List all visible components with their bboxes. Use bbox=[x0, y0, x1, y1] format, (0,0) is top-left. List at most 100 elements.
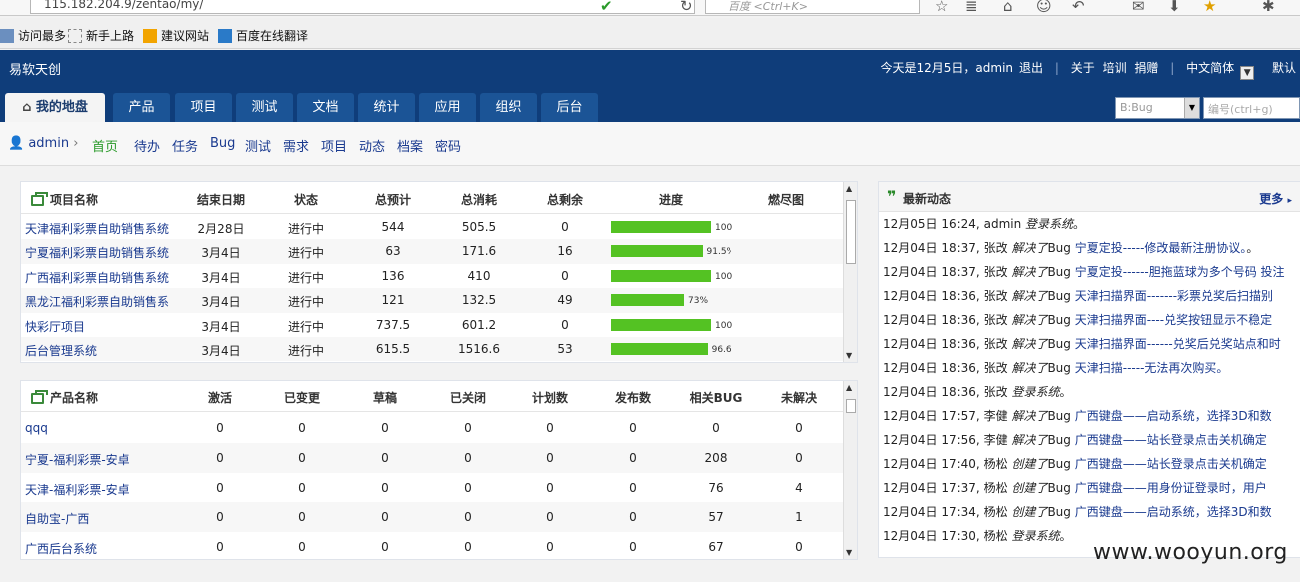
dynamic-object-link[interactable]: 广西键盘——启动系统，选择3D和数 bbox=[1075, 409, 1272, 423]
subnav-story[interactable]: 需求 bbox=[283, 136, 309, 155]
dynamic-object-link[interactable]: 宁夏定投-----修改最新注册协议。 bbox=[1075, 241, 1247, 255]
bookmark-getting-started[interactable]: 新手上路 bbox=[68, 27, 134, 44]
product-stat-cell: 0 bbox=[546, 421, 554, 435]
search-id-input[interactable]: 编号(ctrl+g) bbox=[1203, 97, 1300, 119]
subnav-bug[interactable]: Bug bbox=[210, 136, 235, 151]
product-name-link[interactable]: 广西后台系统 bbox=[25, 540, 175, 557]
product-icon bbox=[31, 390, 48, 404]
tab-company[interactable]: 组织 bbox=[480, 93, 537, 122]
search-type-select[interactable]: B:Bug ▼ bbox=[1115, 97, 1200, 119]
subnav-dynamic[interactable]: 动态 bbox=[359, 136, 385, 155]
project-left: 16 bbox=[557, 244, 573, 259]
project-left: 0 bbox=[561, 317, 569, 332]
project-name-link[interactable]: 天津福利彩票自助销售系统 bbox=[25, 220, 180, 237]
chevron-down-icon[interactable]: ▼ bbox=[1240, 66, 1255, 80]
dynamic-object-link[interactable]: 天津扫描-----无法再次购买。 bbox=[1075, 361, 1229, 375]
project-status: 进行中 bbox=[287, 270, 324, 285]
dynamic-time: 12月04日 17:34, bbox=[883, 505, 980, 519]
dynamic-user: 杨松 bbox=[983, 529, 1008, 543]
product-name-link[interactable]: qqq bbox=[25, 421, 175, 435]
project-name-link[interactable]: 广西福利彩票自助销售系统 bbox=[25, 269, 180, 286]
dynamic-action: 解决了 bbox=[1011, 337, 1048, 351]
dynamic-object-link[interactable]: 广西键盘——站长登录点击关机确定 bbox=[1075, 433, 1267, 447]
project-name-link[interactable]: 后台管理系统 bbox=[25, 342, 180, 359]
menu-icon[interactable]: ✱ bbox=[1262, 0, 1275, 15]
dynamic-object-link[interactable]: 宁夏定投------胆拖蓝球为多个号码 投注 bbox=[1075, 265, 1285, 279]
progress-label: 100 bbox=[715, 320, 733, 331]
header-changed: 已变更 bbox=[283, 391, 320, 405]
project-estimate: 544 bbox=[381, 220, 405, 234]
project-name-link[interactable]: 黑龙江福利彩票自助销售系 bbox=[25, 293, 180, 310]
dynamic-type: Bug bbox=[1047, 289, 1071, 303]
more-link[interactable]: 更多 ▸ bbox=[1259, 190, 1292, 207]
product-panel: 产品名称 激活 已变更 草稿 已关闭 计划数 发布数 相关BUG 未解决 qqq… bbox=[20, 380, 858, 560]
project-name-link[interactable]: 宁夏福利彩票自助销售系统 bbox=[25, 244, 180, 261]
dynamic-user: 李健 bbox=[983, 409, 1008, 423]
project-estimate: 121 bbox=[381, 293, 405, 308]
dynamic-object-link[interactable]: 天津扫描界面-------彩票兑奖后扫描别 bbox=[1075, 289, 1273, 303]
bookmark-baidu-translate[interactable]: 百度在线翻译 bbox=[218, 27, 308, 44]
donate-link[interactable]: 捐赠 bbox=[1134, 61, 1158, 75]
theme-select[interactable]: 默认 bbox=[1272, 61, 1296, 75]
dynamic-time: 12月04日 18:36, bbox=[883, 313, 980, 327]
dynamic-type: Bug bbox=[1047, 457, 1071, 471]
about-link[interactable]: 关于 bbox=[1071, 61, 1095, 75]
tab-test[interactable]: 测试 bbox=[236, 93, 293, 122]
reload-icon[interactable]: ↻ bbox=[680, 0, 693, 15]
tab-my[interactable]: ⌂ 我的地盘 bbox=[5, 93, 105, 122]
tab-report[interactable]: 统计 bbox=[358, 93, 415, 122]
product-name-link[interactable]: 宁夏-福利彩票-安卓 bbox=[25, 451, 175, 468]
progress-bar bbox=[611, 245, 703, 258]
subnav-todo[interactable]: 待办 bbox=[134, 136, 160, 155]
tab-project[interactable]: 项目 bbox=[175, 93, 232, 122]
tab-admin[interactable]: 后台 bbox=[541, 93, 598, 122]
product-stat-cell: 0 bbox=[298, 510, 306, 525]
undo-icon[interactable]: ↶ bbox=[1072, 0, 1085, 15]
bookmark-suggested[interactable]: 建议网站 bbox=[143, 27, 209, 44]
product-name-link[interactable]: 自助宝-广西 bbox=[25, 510, 175, 527]
addon-star-icon[interactable]: ★ bbox=[1203, 0, 1216, 15]
chevron-down-icon[interactable]: ▼ bbox=[1184, 98, 1199, 118]
dynamic-action: 创建了 bbox=[1011, 505, 1048, 519]
subnav-testtask[interactable]: 测试 bbox=[245, 136, 271, 155]
header-end-date: 结束日期 bbox=[196, 193, 245, 207]
project-scrollbar[interactable]: ▲ ▼ bbox=[843, 182, 857, 362]
logout-link[interactable]: 退出 bbox=[1019, 61, 1043, 75]
project-panel: 项目名称 结束日期 状态 总预计 总消耗 总剩余 进度 燃尽图 天津福利彩票自助… bbox=[20, 181, 858, 363]
subnav-home[interactable]: 首页 bbox=[92, 136, 118, 155]
product-name-link[interactable]: 天津-福利彩票-安卓 bbox=[25, 481, 175, 498]
product-stat-cell: 0 bbox=[546, 450, 554, 465]
subnav-password[interactable]: 密码 bbox=[435, 136, 461, 155]
download-icon[interactable]: ⬇ bbox=[1168, 0, 1181, 15]
header-status: 状态 bbox=[293, 193, 318, 207]
user-breadcrumb[interactable]: 👤 admin › bbox=[8, 136, 78, 151]
bookmark-star-icon[interactable]: ☆ bbox=[935, 0, 948, 15]
project-name-link[interactable]: 快彩厅项目 bbox=[25, 318, 180, 335]
lang-select[interactable]: 中文简体 bbox=[1186, 61, 1234, 75]
chat-icon[interactable]: ☺ bbox=[1036, 0, 1052, 15]
dynamic-item: 12月04日 17:30, 杨松 登录系统。 bbox=[883, 527, 1071, 544]
tab-app[interactable]: 应用 bbox=[419, 93, 476, 122]
product-scrollbar[interactable]: ▲ ▼ bbox=[843, 381, 857, 559]
browser-search-input[interactable]: 百度 <Ctrl+K> bbox=[705, 0, 920, 14]
bookmark-most-visited[interactable]: 访问最多 bbox=[0, 27, 66, 44]
tab-product[interactable]: 产品 bbox=[113, 93, 170, 122]
tab-doc[interactable]: 文档 bbox=[297, 93, 354, 122]
dynamic-object-link[interactable]: 天津扫描界面----兑奖按钮显示不稳定 bbox=[1075, 313, 1272, 327]
comment-icon[interactable]: ✉ bbox=[1132, 0, 1145, 15]
training-link[interactable]: 培训 bbox=[1103, 61, 1127, 75]
subnav-project[interactable]: 项目 bbox=[321, 136, 347, 155]
header-bugs: 相关BUG bbox=[689, 391, 743, 405]
product-stat-cell: 0 bbox=[381, 540, 389, 555]
product-stat-cell: 0 bbox=[795, 540, 803, 555]
home-icon[interactable]: ⌂ bbox=[1003, 0, 1013, 15]
dynamic-object-link[interactable]: 天津扫描界面------兑奖后兑奖站点和时 bbox=[1075, 337, 1281, 351]
dynamic-object-link[interactable]: 广西键盘——启动系统，选择3D和数 bbox=[1075, 505, 1272, 519]
address-text[interactable]: 115.182.204.9/zentao/my/ bbox=[44, 0, 203, 11]
dynamic-object-link[interactable]: 广西键盘——用身份证登录时，用户 bbox=[1075, 481, 1267, 495]
subnav-profile[interactable]: 档案 bbox=[397, 136, 423, 155]
product-stat-cell: 0 bbox=[216, 510, 224, 525]
subnav-task[interactable]: 任务 bbox=[172, 136, 198, 155]
dynamic-object-link[interactable]: 广西键盘——站长登录点击关机确定 bbox=[1075, 457, 1267, 471]
bookmarks-list-icon[interactable]: ≣ bbox=[965, 0, 978, 15]
